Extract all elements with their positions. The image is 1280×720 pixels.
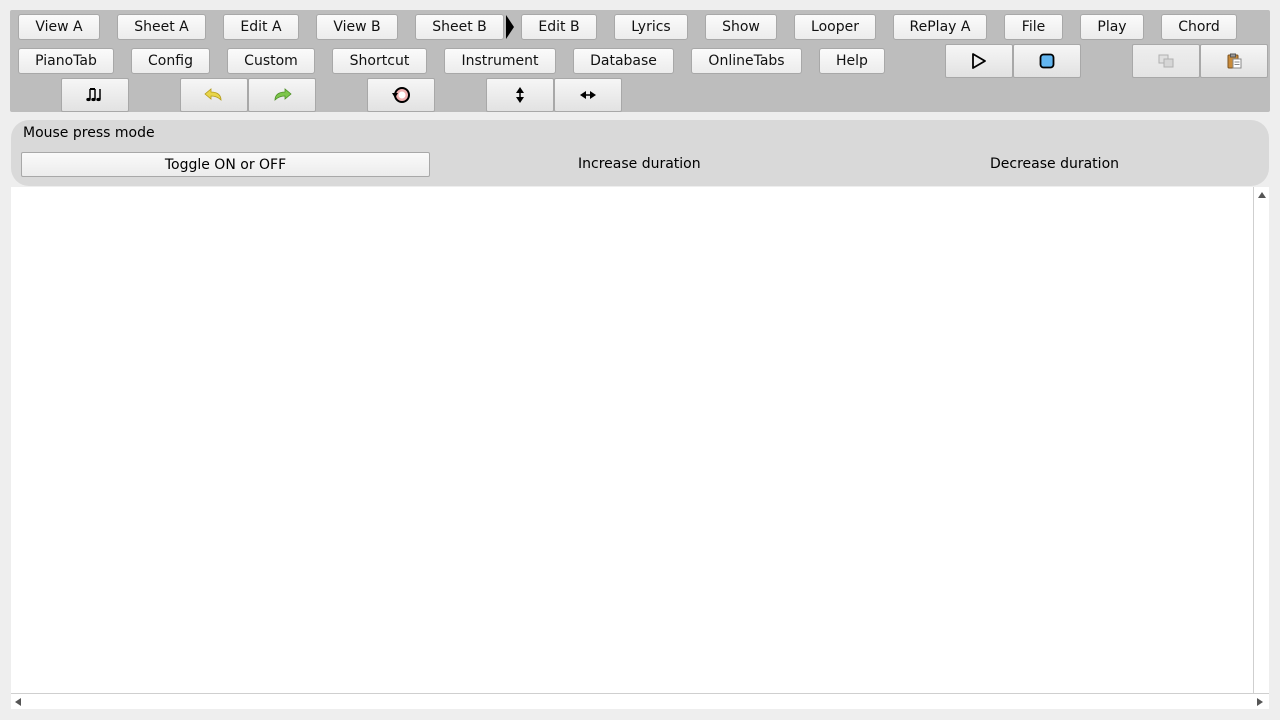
paste-icon [1227,53,1242,69]
replay-a-button[interactable]: RePlay A [893,14,987,40]
play-button[interactable] [945,44,1013,78]
notes-button[interactable] [61,78,129,112]
view-a-button[interactable]: View A [18,14,100,40]
file-button[interactable]: File [1004,14,1063,40]
sheet-a-button[interactable]: Sheet A [117,14,206,40]
pianotab-button[interactable]: PianoTab [18,48,114,74]
increase-duration-option[interactable]: Increase duration [578,156,701,172]
help-button[interactable]: Help [819,48,885,74]
edit-b-button[interactable]: Edit B [521,14,597,40]
horizontal-resize-icon [580,91,596,99]
view-b-button[interactable]: View B [316,14,398,40]
paste-button[interactable] [1200,44,1268,78]
show-button[interactable]: Show [705,14,777,40]
onlinetabs-button[interactable]: OnlineTabs [691,48,802,74]
scroll-up-icon[interactable] [1257,191,1267,199]
toggle-on-off-button[interactable]: Toggle ON or OFF [21,152,430,177]
undo-icon [204,88,222,101]
stop-button[interactable] [1013,44,1081,78]
instrument-button[interactable]: Instrument [444,48,556,74]
sheet-canvas[interactable] [11,187,1253,693]
lyrics-button[interactable]: Lyrics [614,14,688,40]
main-toolbar: View A Sheet A Edit A View B Sheet B Edi… [10,10,1270,112]
config-button[interactable]: Config [131,48,210,74]
database-button[interactable]: Database [573,48,674,74]
scroll-left-icon[interactable] [14,697,22,707]
horizontal-scrollbar[interactable] [11,693,1269,709]
vertical-resize-button[interactable] [486,78,554,112]
vertical-scrollbar[interactable] [1253,187,1269,693]
copy-button[interactable] [1132,44,1200,78]
sheet-b-button[interactable]: Sheet B [415,14,504,40]
looper-button[interactable]: Looper [794,14,876,40]
stop-icon [1039,53,1055,69]
rotate-button[interactable] [367,78,435,112]
mouse-press-mode-panel: Mouse press mode Toggle ON or OFF Increa… [11,120,1269,186]
decrease-duration-option[interactable]: Decrease duration [990,156,1119,172]
scroll-right-icon[interactable] [1256,697,1264,707]
custom-button[interactable]: Custom [227,48,315,74]
play-menu-button[interactable]: Play [1080,14,1144,40]
undo-button[interactable] [180,78,248,112]
horizontal-resize-button[interactable] [554,78,622,112]
notes-icon [86,88,101,102]
vertical-resize-icon [516,87,524,103]
redo-icon [274,88,292,101]
selected-arrow-icon [506,15,514,39]
rotate-icon [392,87,410,103]
mouse-press-mode-title: Mouse press mode [23,125,155,141]
copy-icon [1158,54,1174,68]
shortcut-button[interactable]: Shortcut [332,48,427,74]
chord-button[interactable]: Chord [1161,14,1237,40]
redo-button[interactable] [248,78,316,112]
play-icon [972,53,986,69]
edit-a-button[interactable]: Edit A [223,14,299,40]
